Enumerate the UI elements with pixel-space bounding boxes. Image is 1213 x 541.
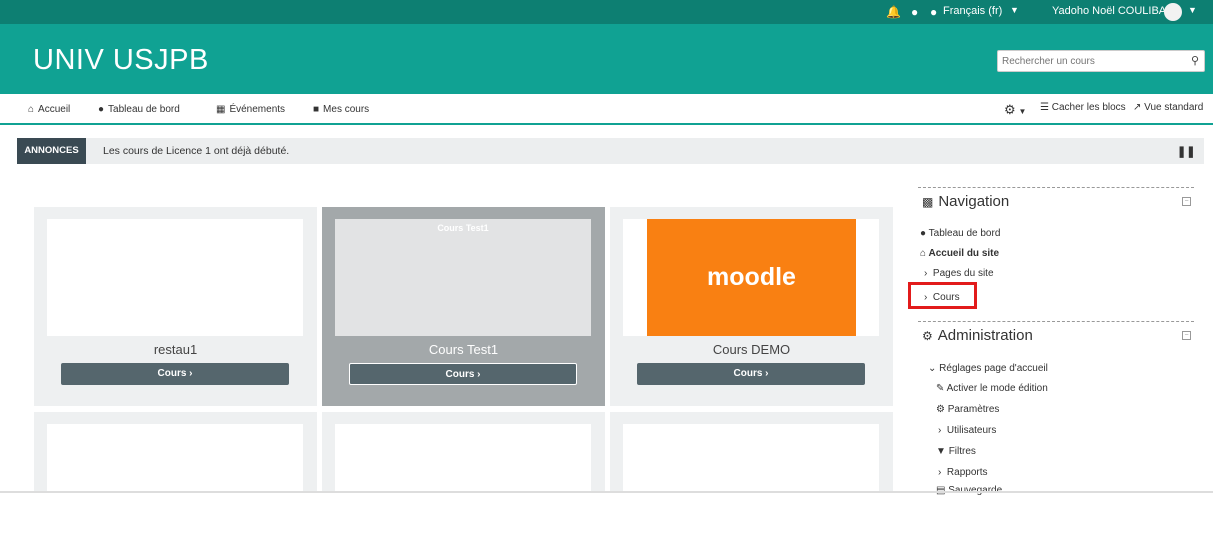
course-card[interactable] (610, 412, 893, 541)
course-search: ⚲ (997, 50, 1205, 72)
course-name[interactable]: Cours DEMO (610, 342, 893, 357)
search-icon[interactable]: ⚲ (1191, 54, 1199, 67)
course-thumbnail[interactable] (335, 424, 591, 541)
highlight-box (908, 282, 977, 309)
home-icon: ⌂ (920, 248, 927, 259)
chevron-down-icon: ▼ (1188, 5, 1197, 15)
admin-link-reports[interactable]: › Rapports (938, 467, 987, 478)
avatar[interactable] (1164, 3, 1182, 21)
standard-view-button[interactable]: ↗ Vue standard (1133, 102, 1203, 113)
hide-blocks-button[interactable]: ☰ Cacher les blocs (1040, 102, 1126, 113)
block-title: ⚙ Administration (922, 327, 1033, 344)
pause-icon[interactable]: ❚❚ (1177, 145, 1195, 158)
settings-menu[interactable]: ⚙ ▼ (1004, 102, 1026, 118)
collapse-icon[interactable]: − (1182, 197, 1191, 206)
gear-icon: ⚙ (936, 404, 945, 415)
course-card[interactable]: Cours Test1 Cours Test1 Cours › (322, 207, 605, 406)
briefcase-icon: ■ (313, 104, 320, 115)
admin-link-edit-mode[interactable]: ✎ Activer le mode édition (936, 383, 1048, 394)
admin-link-frontpage-settings[interactable]: ⌄ Réglages page d'accueil (928, 363, 1048, 374)
chevron-right-icon: › (938, 467, 942, 478)
collapse-icon[interactable]: − (1182, 331, 1191, 340)
nav-item-events[interactable]: ▦ Événements (216, 104, 285, 115)
course-card[interactable]: moodle Cours DEMO Cours › (610, 207, 893, 406)
course-card[interactable] (34, 412, 317, 541)
chevron-right-icon: › (924, 268, 928, 279)
nav-item-dashboard[interactable]: ● Tableau de bord (98, 104, 180, 115)
thumbnail-title: Cours Test1 (437, 223, 489, 233)
course-thumbnail[interactable]: Cours Test1 (335, 219, 591, 336)
dashboard-icon: ● (920, 228, 927, 239)
top-bar: 🔔 ● ● Français (fr) ▼ Yadoho Noël COULIB… (0, 0, 1213, 24)
course-thumbnail[interactable]: moodle (623, 219, 879, 336)
course-button[interactable]: Cours › (349, 363, 577, 385)
list-icon: ☰ (1040, 102, 1049, 113)
course-button[interactable]: Cours › (637, 363, 865, 385)
language-selector[interactable]: Français (fr) (943, 5, 1002, 17)
course-thumbnail[interactable] (623, 424, 879, 541)
nav-link-site-home[interactable]: ⌂ Accueil du site (920, 248, 999, 259)
chevron-right-icon: › (938, 425, 942, 436)
chevron-down-icon: ⌄ (928, 363, 937, 374)
admin-link-settings[interactable]: ⚙ Paramètres (936, 404, 999, 415)
filter-icon: ▼ (936, 446, 946, 457)
user-menu[interactable]: Yadoho Noël COULIBALY (1052, 5, 1179, 17)
cogs-icon: ⚙ (922, 329, 933, 343)
moodle-logo: moodle (647, 219, 856, 336)
course-card[interactable] (322, 412, 605, 541)
home-icon: ⌂ (28, 104, 35, 115)
course-name[interactable]: restau1 (34, 342, 317, 357)
block-title: ▩ Navigation (922, 193, 1010, 210)
chevron-down-icon: ▼ (1018, 107, 1027, 116)
admin-link-filters[interactable]: ▼ Filtres (936, 446, 976, 457)
main-nav: ⌂ Accueil ● Tableau de bord ▦ Événements ■ M… (0, 95, 1213, 125)
course-thumbnail[interactable] (47, 219, 303, 336)
admin-link-users[interactable]: › Utilisateurs (938, 425, 996, 436)
bell-icon[interactable]: 🔔 (886, 5, 901, 19)
nav-item-home[interactable]: ⌂ Accueil (28, 104, 70, 115)
nav-link-dashboard[interactable]: ● Tableau de bord (920, 228, 1000, 239)
nav-link-site-pages[interactable]: › Pages du site (924, 268, 994, 279)
pencil-icon: ✎ (936, 383, 945, 394)
course-thumbnail[interactable] (47, 424, 303, 541)
site-name[interactable]: UNIV USJPB (33, 44, 209, 77)
calendar-icon: ▦ (216, 104, 226, 115)
nav-item-my-courses[interactable]: ■ Mes cours (313, 104, 369, 115)
chat-icon[interactable]: ● (911, 5, 918, 19)
globe-icon: ● (930, 5, 938, 19)
announcement-bar: ANNONCES Les cours de Licence 1 ont déjà… (17, 138, 1204, 164)
dashboard-icon: ● (98, 104, 105, 115)
course-name[interactable]: Cours Test1 (322, 342, 605, 357)
compress-icon: ↗ (1133, 102, 1142, 113)
sitemap-icon: ▩ (922, 195, 934, 209)
course-button[interactable]: Cours › (61, 363, 289, 385)
site-header: UNIV USJPB ⚲ (0, 24, 1213, 94)
course-card[interactable]: restau1 Cours › (34, 207, 317, 406)
search-input[interactable] (1002, 54, 1182, 68)
gear-icon: ⚙ (1004, 102, 1016, 117)
chevron-down-icon: ▼ (1010, 5, 1019, 15)
administration-block: ⚙ Administration − ⌄ Réglages page d'accu… (918, 321, 1194, 496)
announcement-label: ANNONCES (17, 138, 86, 164)
announcement-text[interactable]: Les cours de Licence 1 ont déjà débuté. (103, 145, 289, 157)
